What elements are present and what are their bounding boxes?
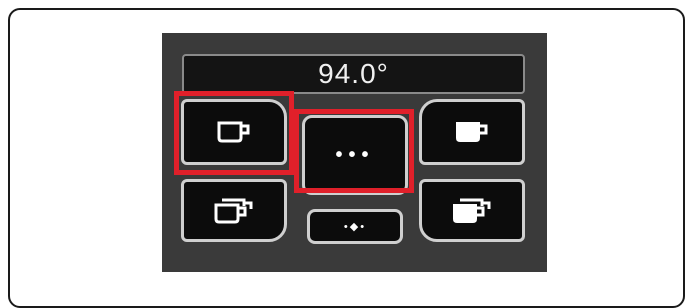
double-large-cup-button[interactable] [419, 179, 525, 242]
ellipsis-icon: ••• [335, 143, 375, 166]
double-cup-button[interactable] [181, 179, 287, 242]
menu-button[interactable]: ••• [302, 115, 408, 195]
temperature-display: 94.0° [182, 54, 525, 94]
large-cup-button[interactable] [419, 99, 525, 165]
large-cup-icon [455, 121, 489, 143]
control-panel-screen: 94.0° ••• •◆• [162, 33, 547, 272]
double-large-cup-icon [452, 198, 492, 224]
water-drops-icon: •◆• [343, 221, 367, 233]
single-cup-button[interactable] [181, 99, 287, 165]
single-cup-icon [217, 121, 251, 143]
double-cup-icon [214, 198, 254, 224]
water-dispense-button[interactable]: •◆• [307, 209, 403, 244]
